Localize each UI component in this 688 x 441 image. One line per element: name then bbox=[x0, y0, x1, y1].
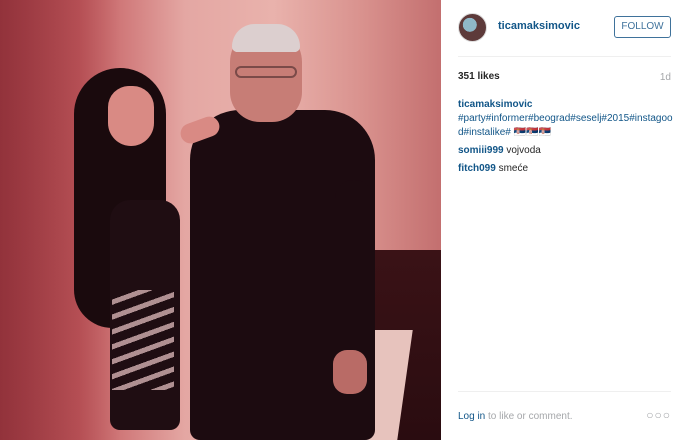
comment-text: smeće bbox=[498, 163, 529, 174]
comment-user[interactable]: ticamaksimovic bbox=[458, 99, 533, 110]
comment-user[interactable]: fitch099 bbox=[458, 163, 496, 174]
comment-item: somiii999 vojvoda bbox=[458, 144, 678, 158]
post-timestamp[interactable]: 1d bbox=[660, 72, 671, 83]
comment-user[interactable]: somiii999 bbox=[458, 145, 504, 156]
post-header: ticamaksimovic FOLLOW bbox=[458, 0, 671, 57]
post-username[interactable]: ticamaksimovic bbox=[498, 20, 580, 32]
photo-man-glasses bbox=[235, 66, 297, 78]
post-meta: 351 likes 1d bbox=[458, 56, 671, 86]
instagram-post: ticamaksimovic FOLLOW 351 likes 1d ticam… bbox=[0, 0, 688, 440]
profile-avatar[interactable] bbox=[458, 13, 487, 42]
comment-item: ticamaksimovic #party#informer#beograd#s… bbox=[458, 98, 678, 140]
login-link[interactable]: Log in bbox=[458, 411, 485, 422]
photo-woman-face bbox=[108, 86, 154, 146]
photo-dress-sequins bbox=[112, 290, 174, 390]
comments-list: ticamaksimovic #party#informer#beograd#s… bbox=[458, 98, 678, 180]
follow-button[interactable]: FOLLOW bbox=[614, 16, 671, 38]
comment-text[interactable]: #party#informer#beograd#seselj#2015#inst… bbox=[458, 113, 673, 138]
photo-man-hair bbox=[232, 24, 300, 52]
comment-text: vojvoda bbox=[506, 145, 541, 156]
comment-item: fitch099 smeće bbox=[458, 162, 678, 176]
more-options-icon[interactable]: ○○○ bbox=[646, 408, 671, 422]
login-prompt-text: to like or comment. bbox=[485, 411, 573, 422]
post-photo[interactable] bbox=[0, 0, 441, 440]
likes-count[interactable]: 351 likes bbox=[458, 71, 500, 82]
login-prompt: Log in to like or comment. bbox=[458, 411, 573, 422]
post-footer: Log in to like or comment. ○○○ bbox=[458, 391, 671, 441]
post-sidebar: ticamaksimovic FOLLOW 351 likes 1d ticam… bbox=[441, 0, 688, 440]
photo-man-hand bbox=[333, 350, 367, 394]
